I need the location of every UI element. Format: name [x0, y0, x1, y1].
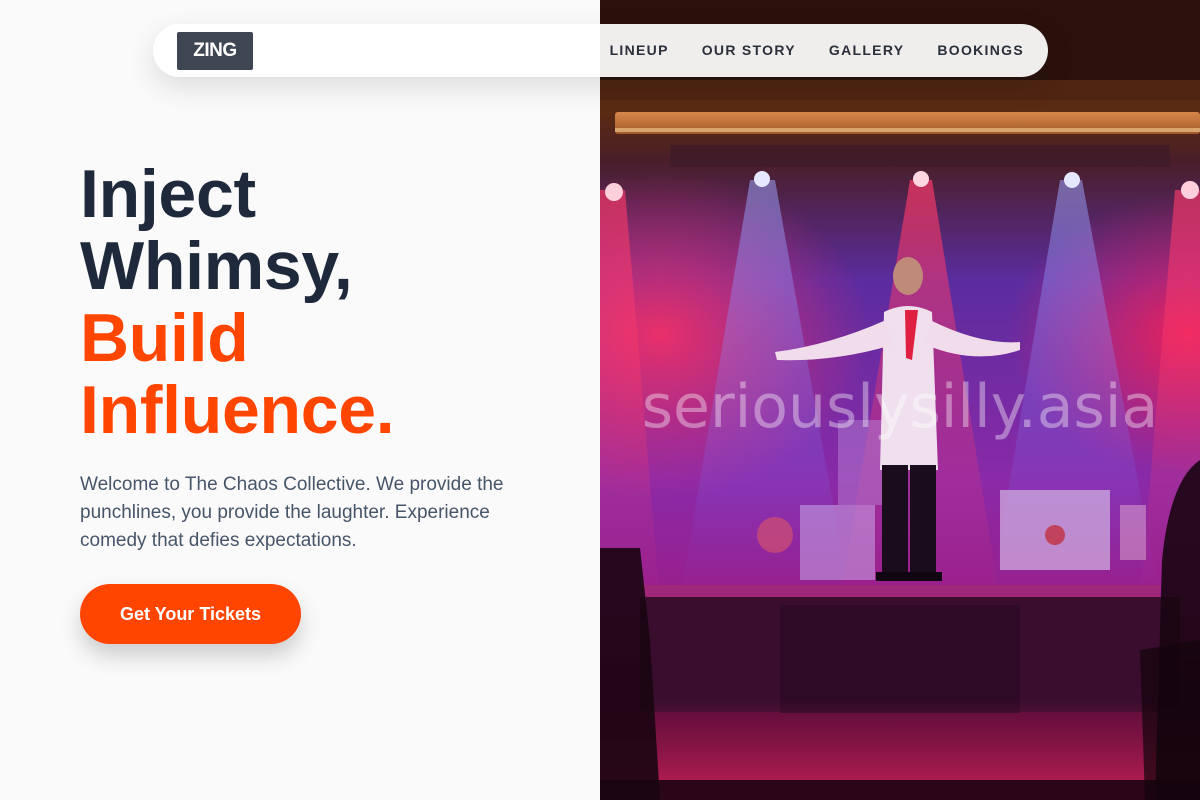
hero-section: Inject Whimsy, Build Influence. Welcome …: [80, 158, 580, 555]
headline-line-2: Whimsy,: [80, 228, 353, 304]
get-tickets-button[interactable]: Get Your Tickets: [80, 584, 301, 644]
hero-intro-text: Welcome to The Chaos Collective. We prov…: [80, 474, 504, 551]
headline-line-3: Build: [80, 300, 249, 376]
nav-links: LINEUP OUR STORY GALLERY BOOKINGS: [610, 42, 1024, 60]
brand-logo[interactable]: ZING: [177, 31, 253, 70]
hero-stage-photo: seriouslysilly.asia: [600, 0, 1200, 800]
nav-link-our-story[interactable]: OUR STORY: [702, 42, 796, 58]
stage-illustration: [600, 0, 1200, 800]
nav-link-bookings[interactable]: BOOKINGS: [937, 42, 1024, 58]
nav-link-gallery[interactable]: GALLERY: [829, 42, 904, 58]
hero-headline: Inject Whimsy, Build Influence.: [80, 158, 580, 446]
nav-link-lineup[interactable]: LINEUP: [610, 42, 669, 58]
headline-line-1: Inject: [80, 156, 256, 232]
headline-line-4: Influence.: [80, 372, 395, 448]
top-navbar: ZING LINEUP OUR STORY GALLERY BOOKINGS: [153, 24, 1048, 77]
